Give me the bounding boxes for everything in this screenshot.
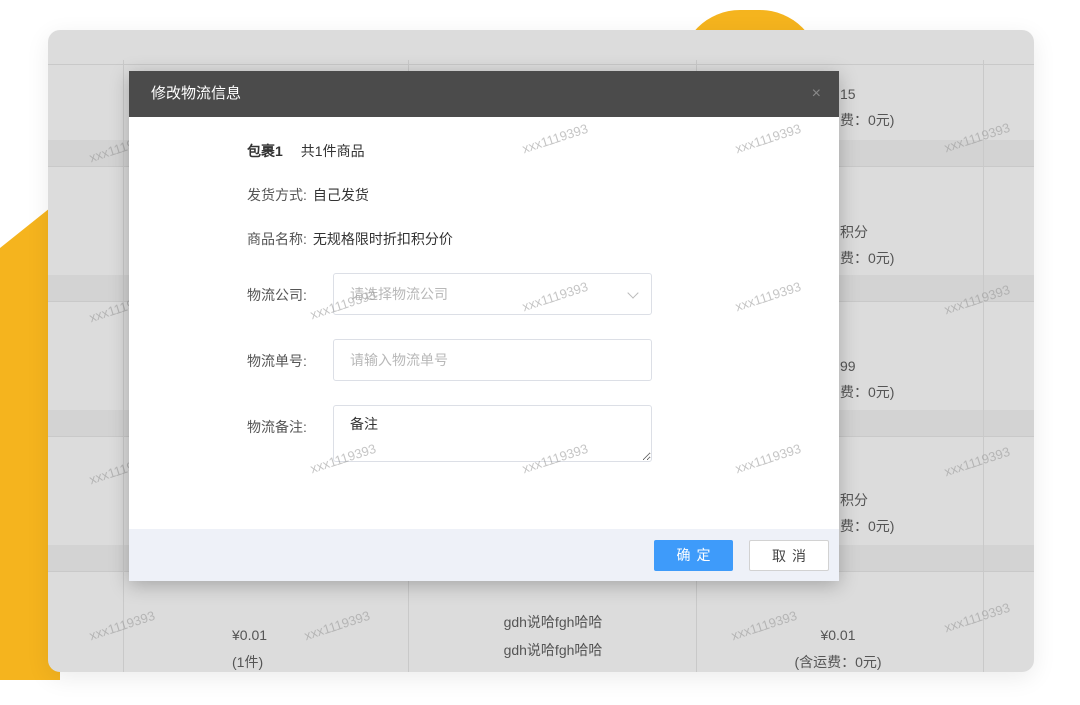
remark-textarea[interactable]: 备注 [333,405,652,462]
product-name-cell: gdh说哈fgh哈哈 [503,642,603,658]
product-name-label: 商品名称: [247,231,307,247]
table-line [123,60,124,672]
cancel-button[interactable]: 取消 [749,540,829,571]
logistics-company-placeholder: 请选择物流公司 [350,286,448,302]
delivery-method-row: 发货方式: 自己发货 [247,185,369,205]
close-icon[interactable]: × [812,71,821,117]
dialog-title: 修改物流信息 [151,85,242,102]
shipping-cell: (含运费：0元) [794,654,882,670]
watermark: xxx1119393 [942,599,1012,636]
table-line [983,60,984,672]
delivery-method-label: 发货方式: [247,187,307,203]
table-cell: 费：0元) [840,518,895,534]
tracking-number-input[interactable] [333,339,652,381]
package-count: 共1件商品 [300,143,365,159]
product-name-value: 无规格限时折扣积分价 [312,231,453,247]
table-cell: 费：0元) [840,112,895,128]
watermark: xxx1119393 [733,440,803,477]
dialog-footer: 确定 取消 [129,529,839,581]
package-title: 包裹1 [247,143,283,159]
table-line [48,64,1034,65]
watermark: xxx1119393 [733,120,803,157]
table-cell: 费：0元) [840,250,895,266]
package-row: 包裹1 共1件商品 [247,141,365,161]
watermark: xxx1119393 [942,443,1012,480]
chevron-down-icon [627,287,639,299]
confirm-button[interactable]: 确定 [654,540,733,571]
dialog-header: 修改物流信息 × [129,71,839,117]
watermark: xxx1119393 [733,278,803,315]
remark-label: 物流备注: [247,419,307,435]
watermark: xxx1119393 [302,607,372,644]
quantity-cell: (1件) [232,654,264,670]
tracking-number-label: 物流单号: [247,353,307,369]
logistics-company-label: 物流公司: [247,287,307,303]
dialog-body: 包裹1 共1件商品 发货方式: 自己发货 商品名称: 无规格限时折扣积分价 物流… [129,117,839,529]
table-cell: 费：0元) [840,384,895,400]
product-name-row: 商品名称: 无规格限时折扣积分价 [247,229,453,249]
logistics-company-select[interactable]: 请选择物流公司 [333,273,652,315]
delivery-method-value: 自己发货 [312,187,369,203]
watermark: xxx1119393 [520,120,590,157]
edit-logistics-dialog: 修改物流信息 × 包裹1 共1件商品 发货方式: 自己发货 商品名称: 无规格限… [129,71,839,581]
